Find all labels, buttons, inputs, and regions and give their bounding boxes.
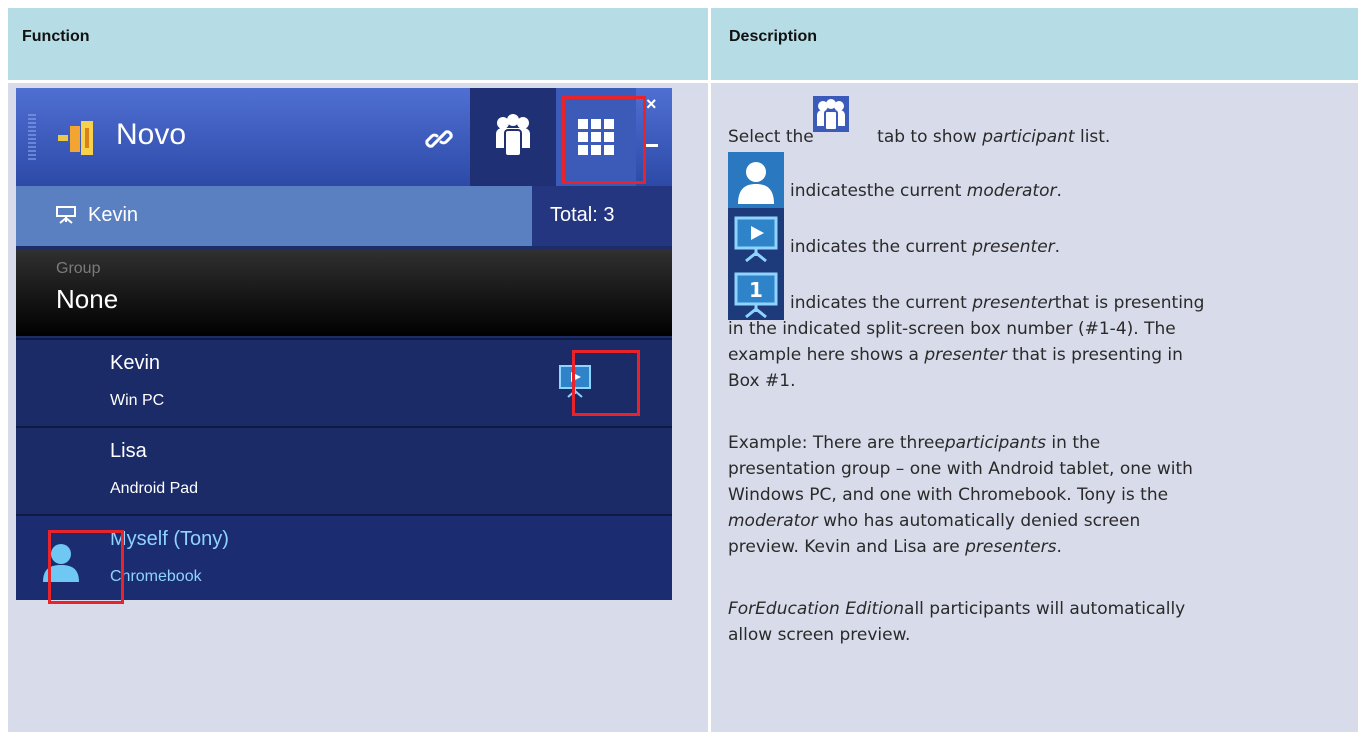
desc-line-9: presentation group – one with Android ta… xyxy=(728,459,1193,479)
novo-logo-icon xyxy=(58,121,93,155)
participant-name: Myself (Tony) xyxy=(110,528,229,550)
presenter-legend-icon xyxy=(728,208,784,264)
header-description: Description xyxy=(711,8,1358,80)
current-presenter-bar: Kevin xyxy=(16,186,532,246)
link-icon[interactable] xyxy=(424,124,454,154)
participants-tab-icon xyxy=(813,96,849,132)
desc-line-6: example here shows a presenter that is p… xyxy=(728,345,1183,365)
desc-line-2: indicatesthe current moderator. xyxy=(790,181,1062,201)
highlight-presenter-icon xyxy=(572,350,640,416)
participant-row[interactable]: Lisa Android Pad xyxy=(16,426,672,514)
group-selector[interactable]: Group None xyxy=(16,250,672,336)
drag-handle[interactable] xyxy=(28,114,36,160)
app-title: Novo xyxy=(116,118,187,151)
highlight-moderator-icon xyxy=(48,530,124,604)
header-function: Function xyxy=(8,8,708,80)
desc-line-4: indicates the current presenterthat is p… xyxy=(790,293,1205,313)
participant-device: Android Pad xyxy=(110,480,199,497)
desc-line-7: Box #1. xyxy=(728,371,796,391)
participant-name: Lisa xyxy=(110,440,147,462)
box-presenter-legend-icon: 1 xyxy=(728,264,784,320)
desc-line-8: Example: There are threeparticipants in … xyxy=(728,433,1101,453)
desc-line-13: ForEducation Editionall participants wil… xyxy=(728,599,1186,619)
desc-line-3: indicates the current presenter. xyxy=(790,237,1061,257)
total-count-label: Total: 3 xyxy=(550,204,615,226)
desc-line-1: Select the tab to show participant list. xyxy=(728,127,1111,147)
desc-line-12: preview. Kevin and Lisa are presenters. xyxy=(728,537,1062,557)
participant-name: Kevin xyxy=(110,352,161,374)
header-description-label: Description xyxy=(729,28,818,45)
desc-line-11: moderator who has automatically denied s… xyxy=(728,511,1141,531)
group-label: Group xyxy=(56,260,101,277)
header-function-label: Function xyxy=(22,28,90,45)
current-presenter-name: Kevin xyxy=(88,204,139,226)
svg-text:1: 1 xyxy=(749,278,763,302)
desc-line-5: in the indicated split-screen box number… xyxy=(728,319,1176,339)
minimize-icon[interactable] xyxy=(646,144,658,147)
moderator-legend-icon xyxy=(728,152,784,208)
close-icon[interactable]: × xyxy=(646,94,657,115)
participants-tab[interactable] xyxy=(470,88,556,186)
desc-line-14: allow screen preview. xyxy=(728,625,911,645)
participants-icon xyxy=(496,114,530,156)
group-value: None xyxy=(56,284,119,314)
desc-line-10: Windows PC, and one with Chromebook. Ton… xyxy=(728,485,1169,505)
highlight-grid-tab xyxy=(562,96,646,184)
total-count: Total: 3 xyxy=(532,186,672,246)
participant-device: Win PC xyxy=(110,392,165,409)
presenter-screen-icon xyxy=(56,206,76,224)
